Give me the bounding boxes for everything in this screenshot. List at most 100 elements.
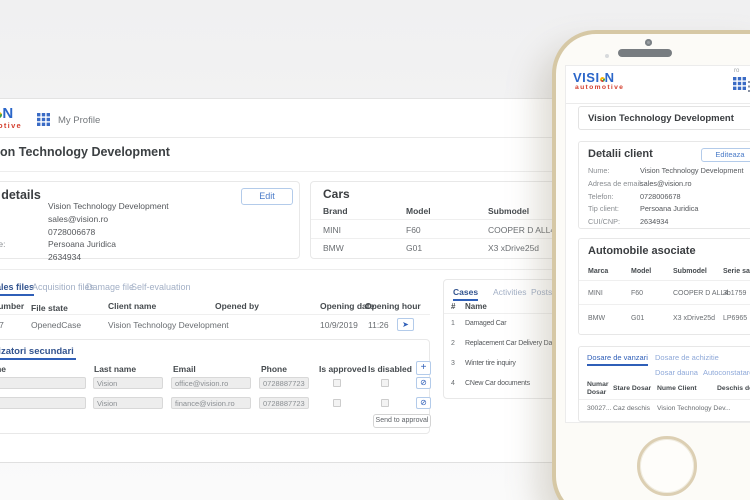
field-value: Vision Technology Development	[640, 166, 744, 175]
table-cell: X3 xDrive25d	[488, 243, 540, 253]
approved-checkbox[interactable]	[333, 399, 341, 407]
open-file-button[interactable]: ➤	[397, 318, 414, 331]
tab-dosare-vanzari[interactable]: Dosare de vanzari	[587, 353, 648, 366]
field-value: sales@vision.ro	[640, 178, 692, 188]
field-row: Nume: Vision Technology Development	[588, 166, 744, 179]
tab-dosar-dauna[interactable]: Dosar dauna	[655, 368, 698, 377]
client-name-cell: Vision Technology Development	[108, 320, 229, 330]
column-header: Serie sasiu	[723, 268, 750, 275]
column-header: Model	[631, 268, 652, 275]
column-header: Submodel	[488, 206, 530, 216]
nav-my-profile[interactable]: My Profile	[58, 115, 100, 126]
add-user-button[interactable]: +	[416, 361, 431, 375]
field-label: Client type:	[0, 239, 6, 250]
disabled-checkbox[interactable]	[381, 399, 389, 407]
phone-top-bar: visi n automotive ro	[566, 66, 750, 104]
column-header: File state	[31, 303, 68, 313]
secondary-users-card: Utilizatori secundari First name Last na…	[0, 339, 431, 434]
phone-home-button[interactable]	[637, 436, 697, 496]
phone-mockup: visi n automotive ro Vision Technology De…	[552, 30, 750, 500]
column-header: First name	[0, 364, 6, 374]
field-row: Telefon: 0728006678	[588, 192, 744, 205]
field-value: 2634934	[640, 217, 669, 227]
field-label: Email:	[0, 214, 48, 224]
disabled-checkbox[interactable]	[381, 379, 389, 387]
table-cell: F60	[406, 225, 421, 235]
table-divider	[444, 313, 554, 314]
table-cell: BMW	[588, 315, 606, 322]
brand-logo[interactable]: visin automotive	[0, 106, 22, 130]
field-row: Tip client: Persoana Juridica	[588, 204, 744, 217]
phone-camera	[645, 39, 652, 46]
field-label: CUI/CNP:	[588, 217, 621, 227]
dosar-state-cell: Caz deschis	[613, 405, 651, 412]
field-label: Name:	[0, 201, 48, 211]
proximity-sensor	[605, 54, 609, 58]
tab-sales-files[interactable]: Sales files	[0, 282, 35, 296]
tab-self-evaluation[interactable]: Self-evaluation	[131, 282, 191, 292]
tab-posts[interactable]: Posts	[531, 287, 552, 297]
field-value: Persoana Juridica	[48, 239, 117, 250]
dosare-card: Dosare de vanzari Dosare de achizitie Do…	[578, 346, 750, 422]
table-cell: MINI	[588, 290, 603, 297]
phone-input[interactable]	[259, 397, 309, 409]
block-user-button[interactable]: ⊘	[416, 377, 431, 389]
detalii-client-fields: Nume: Vision Technology Development Adres…	[588, 166, 744, 230]
field-value: 0728006678	[48, 226, 96, 237]
table-cell: COOPER D ALL4	[488, 225, 556, 235]
opening-date-cell: 10/9/2019	[320, 320, 358, 330]
case-name[interactable]: CNew Car documents	[465, 380, 530, 387]
tab-utilizatori-secundari[interactable]: Utilizatori secundari	[0, 346, 76, 360]
plus-icon: +	[420, 362, 427, 373]
column-header: Client name	[108, 301, 157, 311]
email-input[interactable]	[171, 377, 251, 389]
tab-autoconstatare[interactable]: Autoconstatare	[703, 368, 750, 377]
edit-button[interactable]: Edit	[241, 188, 293, 205]
field-label: Tip client:	[588, 204, 619, 214]
language-label[interactable]: ro	[734, 68, 739, 74]
tab-dosare-achizitie[interactable]: Dosare de achizitie	[655, 353, 719, 362]
field-label: CUI/CNP:	[0, 252, 48, 262]
tab-cases[interactable]: Cases	[453, 287, 479, 301]
tab-damage-file[interactable]: Damage file	[86, 282, 134, 292]
table-cell: LP6965	[723, 315, 748, 322]
field-row: Adresa de email:sales@vision.ro	[588, 179, 744, 192]
table-divider	[579, 280, 750, 281]
approved-checkbox[interactable]	[333, 379, 341, 387]
tab-activities[interactable]: Activities	[493, 287, 527, 297]
apps-grid-icon[interactable]	[733, 77, 746, 95]
client-details-card: Client details Edit Name:Vision Technolo…	[0, 181, 300, 263]
opening-hour-cell: 11:26	[368, 320, 389, 330]
case-name[interactable]: Damaged Car	[465, 320, 507, 327]
phone-input[interactable]	[259, 377, 309, 389]
tab-acquisition-files[interactable]: Acquisition files	[32, 282, 94, 292]
brand-logo-word: visin	[573, 70, 615, 85]
case-name[interactable]: Replacement Car Delivery Date	[465, 340, 558, 347]
column-header: Is approved	[319, 364, 367, 374]
first-name-input[interactable]	[0, 397, 86, 409]
automobile-asociate-card: Automobile asociate Marca Model Submodel…	[578, 238, 750, 335]
brand-logo-tagline: automotive	[575, 84, 625, 91]
detalii-client-card: Detalii client Editeaza Nume: Vision Tech…	[578, 141, 750, 229]
brand-logo[interactable]: visin automotive	[573, 71, 624, 92]
table-cell: MINI	[323, 225, 341, 235]
page-title: Vision Technology Development	[588, 113, 734, 124]
field-row: Name:Vision Technology Development	[0, 201, 169, 214]
first-name-input[interactable]	[0, 377, 86, 389]
file-number-cell: 30027467	[0, 320, 4, 330]
last-name-input[interactable]	[93, 377, 163, 389]
field-value: 2634934	[48, 252, 82, 263]
field-row: Email:sales@vision.ro	[0, 214, 169, 227]
column-header: Last name	[94, 364, 137, 374]
email-input[interactable]	[171, 397, 251, 409]
apps-grid-icon[interactable]	[37, 113, 50, 131]
column-header: #	[451, 302, 456, 311]
last-name-input[interactable]	[93, 397, 163, 409]
desktop-app-window: visin automotive My Profile Vision Techn…	[0, 98, 620, 463]
case-name[interactable]: Winter tire inquiry	[465, 360, 516, 367]
block-user-button[interactable]: ⊘	[416, 397, 431, 409]
table-divider	[579, 304, 750, 305]
send-to-approval-button[interactable]: Send to approval	[373, 414, 431, 428]
editeaza-button[interactable]: Editeaza	[701, 148, 750, 162]
phone-screen: visi n automotive ro Vision Technology De…	[565, 65, 750, 423]
